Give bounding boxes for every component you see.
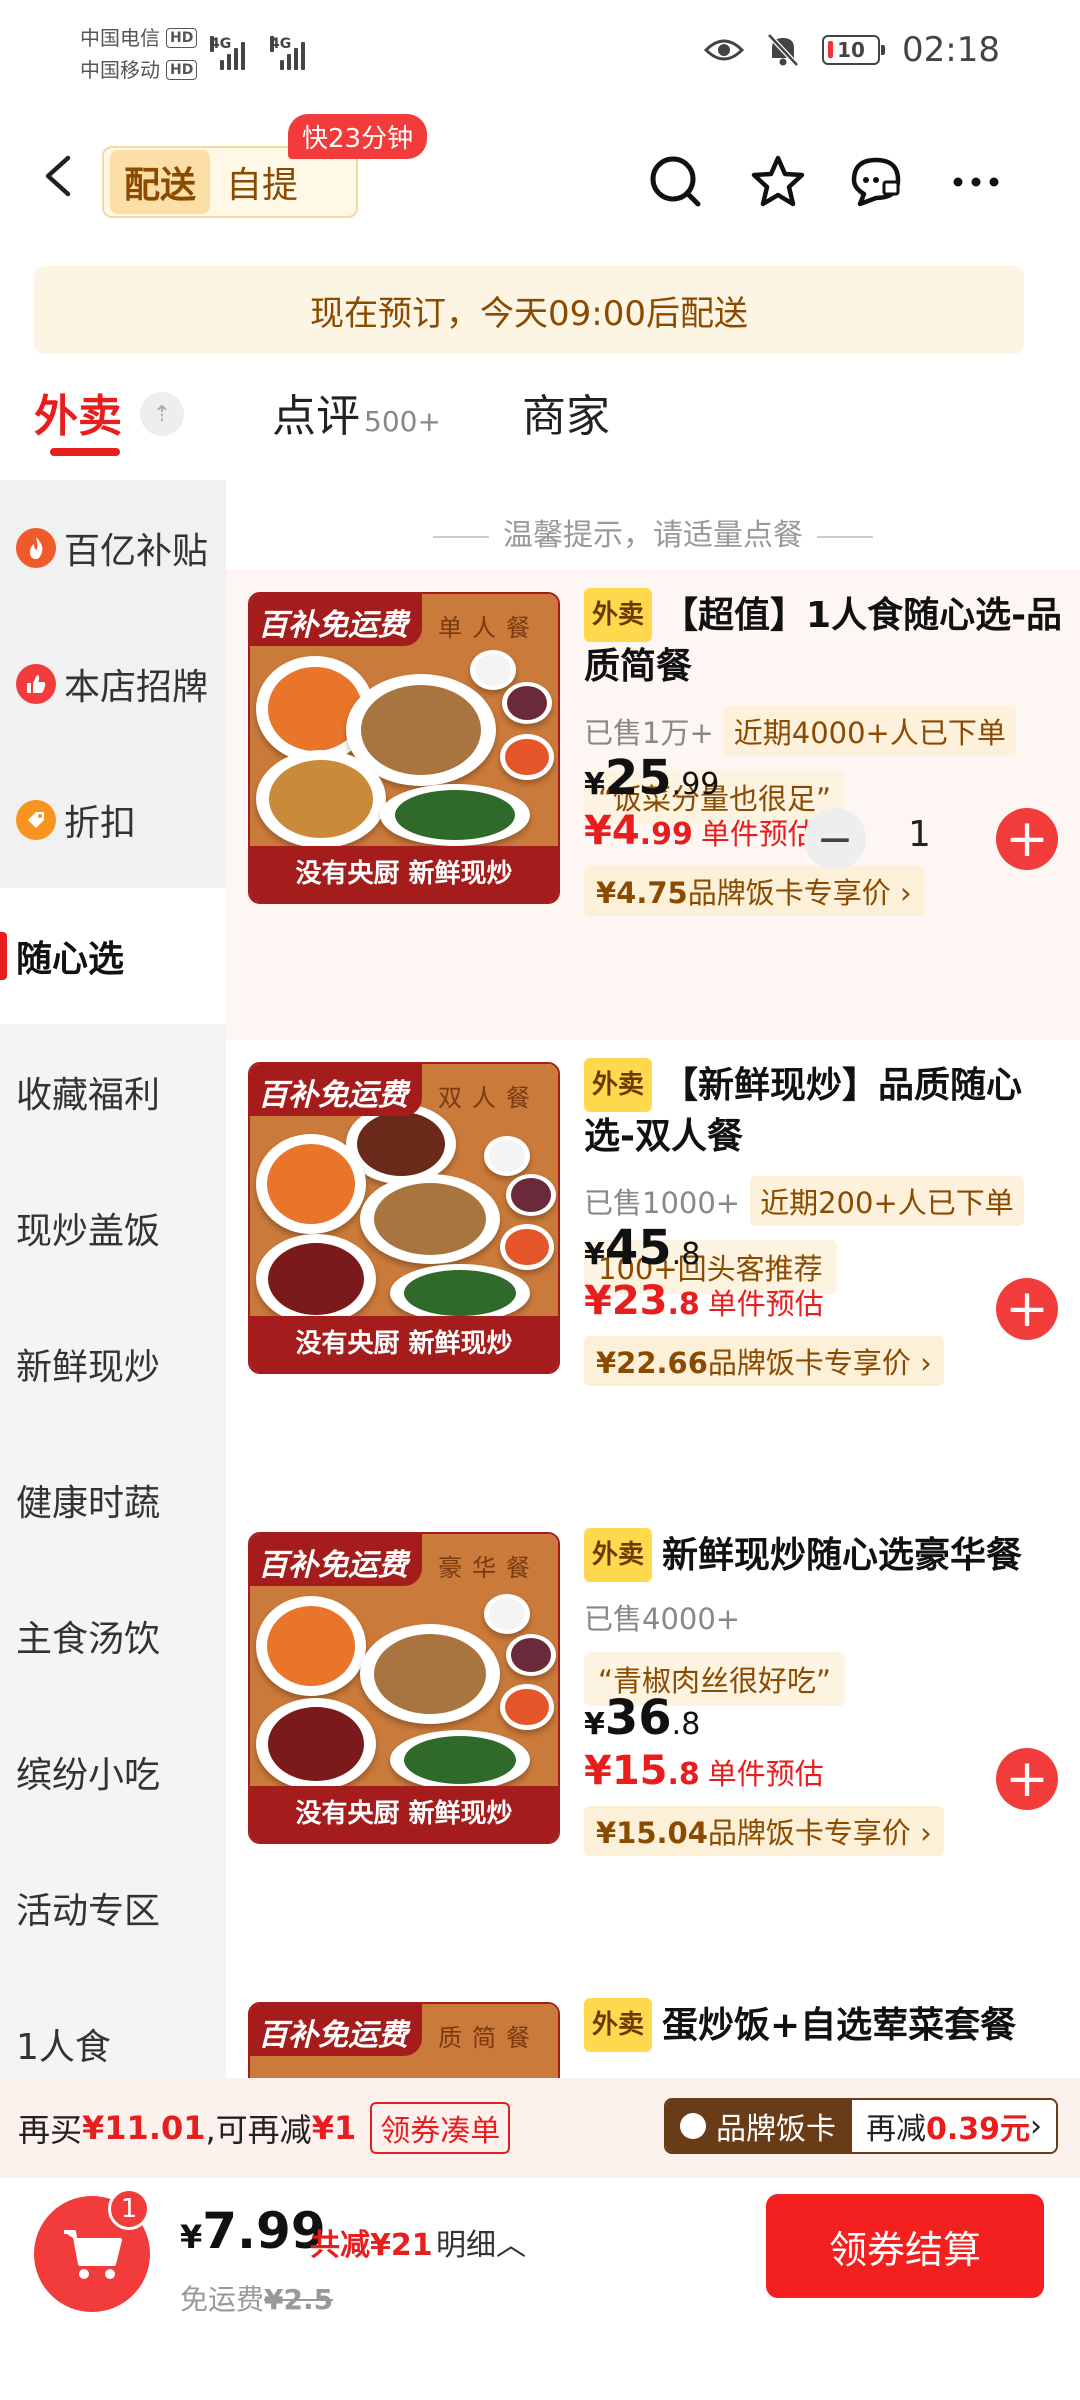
free-shipping-ribbon: 百补免运费 — [250, 594, 422, 646]
extra-discount: ¥1 — [311, 2109, 357, 2147]
sidebar-item-staples[interactable]: 主食汤饮 — [0, 1568, 226, 1704]
total-price: ¥7.99 — [180, 2202, 326, 2260]
mode-pickup[interactable]: 自提 — [210, 150, 314, 214]
free-shipping-label: 免运费¥2.5 — [180, 2283, 334, 2316]
add-on-amount: ¥11.01 — [82, 2109, 206, 2147]
free-shipping-ribbon: 百补免运费 — [250, 2004, 422, 2056]
add-on-promo-bar: 再买 ¥11.01 ,可再减 ¥1 领券凑单 品牌饭卡 再减 0.39元 › — [0, 2078, 1080, 2178]
store-header: 配送 自提 快23分钟 — [0, 108, 1080, 258]
price-detail-button[interactable]: 明细︿ — [436, 2220, 526, 2264]
takeout-badge: 外卖 — [584, 1058, 653, 1112]
checkout-bar: 1 ¥7.99 共减¥21 明细︿ 免运费¥2.5 领券结算 — [0, 2178, 1080, 2400]
sidebar-item-signature[interactable]: 本店招牌 — [0, 616, 226, 752]
sold-count: 已售1000+ — [584, 1186, 741, 1220]
mode-delivery[interactable]: 配送 — [110, 150, 211, 214]
free-shipping-ribbon: 百补免运费 — [250, 1534, 422, 1586]
takeout-badge: 外卖 — [584, 588, 653, 642]
sidebar-item-events[interactable]: 活动专区 — [0, 1840, 226, 1976]
meal-card-icon — [679, 2113, 706, 2139]
search-icon[interactable] — [646, 152, 706, 212]
recent-orders-tag: 近期200+人已下单 — [750, 1176, 1024, 1226]
tab-active-indicator — [50, 448, 120, 456]
product-title: 外卖 【超值】1人食随心选-品质简餐 — [584, 588, 1064, 692]
sold-count: 已售4000+ — [584, 1602, 741, 1636]
sidebar-item-vegetables[interactable]: 健康时蔬 — [0, 1432, 226, 1568]
product-title: 外卖 新鲜现炒随心选豪华餐 — [584, 1528, 1064, 1582]
shopping-cart-icon — [64, 2230, 122, 2279]
clock: 02:18 — [902, 30, 1000, 70]
product-card[interactable]: 单人餐 百补免运费 没有央厨 新鲜现炒 外卖 【超值】1人食随心选-品质简餐 已售… — [226, 570, 1080, 1040]
carrier-mobile: 中国移动 — [80, 58, 160, 82]
sidebar-item-random[interactable]: 随心选 — [0, 888, 226, 1024]
carrier-info: 中国电信 HD 中国移动 HD — [80, 22, 198, 86]
add-button[interactable]: + — [996, 1748, 1058, 1810]
estimated-price: ¥23.8 单件预估 — [584, 1278, 824, 1324]
flame-icon — [16, 528, 56, 568]
sold-count: 已售1万+ — [584, 716, 714, 750]
product-card[interactable]: 双人餐 百补免运费 没有央厨 新鲜现炒 外卖 【新鲜现炒】品质随心选-双人餐 已售… — [226, 1040, 1080, 1510]
estimated-price: ¥4.99 单件预估 — [584, 808, 817, 854]
carrier-telecom: 中国电信 — [80, 26, 160, 50]
add-button[interactable]: + — [996, 1278, 1058, 1340]
back-arrow-icon[interactable] — [34, 150, 86, 202]
product-title: 外卖 【新鲜现炒】品质随心选-双人餐 — [584, 1058, 1064, 1162]
product-card[interactable]: 豪华餐 百补免运费 没有央厨 新鲜现炒 外卖 新鲜现炒随心选豪华餐 已售4000+… — [226, 1510, 1080, 1980]
reviews-count: 500+ — [364, 405, 441, 438]
takeout-badge: 外卖 — [584, 1528, 653, 1582]
preorder-notice: 现在预订，今天09:00后配送 — [34, 266, 1024, 354]
mute-bell-icon — [767, 33, 799, 67]
tab-reviews[interactable]: 点评 500+ — [272, 380, 441, 444]
brand-card-price[interactable]: ¥22.66品牌饭卡专享价 › — [584, 1336, 944, 1386]
quantity: 1 — [908, 814, 931, 855]
takeout-badge: 外卖 — [584, 1998, 653, 2052]
checkout-button[interactable]: 领券结算 — [766, 2194, 1044, 2298]
sidebar-item-snacks[interactable]: 缤纷小吃 — [0, 1704, 226, 1840]
product-card[interactable]: 质简餐 百补免运费 外卖 蛋炒饭+自选荤菜套餐 — [226, 1980, 1080, 2080]
coupon-add-on-button[interactable]: 领券凑单 — [370, 2102, 511, 2154]
sidebar-item-subsidy[interactable]: 百亿补贴 — [0, 480, 226, 616]
hd-icon: HD — [166, 28, 198, 48]
product-image[interactable]: 单人餐 百补免运费 没有央厨 新鲜现炒 — [248, 592, 560, 904]
sidebar-item-fresh-stir-fry[interactable]: 新鲜现炒 — [0, 1296, 226, 1432]
more-icon[interactable] — [946, 152, 1006, 212]
brand-meal-card-button[interactable]: 品牌饭卡 再减 0.39元 › — [663, 2098, 1058, 2154]
estimated-price: ¥15.8 单件预估 — [584, 1748, 824, 1794]
portion-tip: 温馨提示，请适量点餐 — [226, 510, 1080, 554]
product-image[interactable]: 质简餐 百补免运费 — [248, 2002, 560, 2080]
signal-icon: 4G — [210, 36, 245, 70]
category-sidebar: 百亿补贴 本店招牌 折扣 随心选 收藏福利 现炒盖饭 新鲜现炒 健康时蔬 主食汤… — [0, 480, 226, 2080]
product-image[interactable]: 双人餐 百补免运费 没有央厨 新鲜现炒 — [248, 1062, 560, 1374]
sidebar-item-discount[interactable]: 折扣 — [0, 752, 226, 888]
customer-service-icon[interactable] — [846, 152, 906, 212]
brand-card-price[interactable]: ¥15.04品牌饭卡专享价 › — [584, 1806, 944, 1856]
cart-count-badge: 1 — [108, 2188, 150, 2230]
product-image[interactable]: 豪华餐 百补免运费 没有央厨 新鲜现炒 — [248, 1532, 560, 1844]
signal-icon: 4G — [270, 36, 305, 70]
sidebar-item-favorites[interactable]: 收藏福利 — [0, 1024, 226, 1160]
pickup-fast-badge: 快23分钟 — [288, 114, 428, 159]
tab-takeout[interactable]: 外卖 — [34, 380, 122, 444]
thumbs-up-icon — [16, 664, 56, 704]
product-list: 温馨提示，请适量点餐 单人餐 百补免运费 没有央厨 新鲜现炒 外卖 【超值】1人食… — [226, 480, 1080, 2080]
collapse-icon[interactable]: ⇡ — [140, 392, 184, 436]
battery-icon: 10 — [822, 35, 886, 65]
sidebar-item-rice-bowl[interactable]: 现炒盖饭 — [0, 1160, 226, 1296]
price: ¥25.99 — [584, 750, 720, 806]
add-button[interactable]: + — [996, 808, 1058, 870]
price: ¥45.8 — [584, 1220, 701, 1276]
star-icon[interactable] — [748, 152, 808, 212]
decrease-button[interactable]: − — [804, 808, 866, 870]
status-bar: 中国电信 HD 中国移动 HD 4G 4G 10 02:18 — [0, 0, 1080, 108]
free-shipping-ribbon: 百补免运费 — [250, 1064, 422, 1116]
brand-card-price[interactable]: ¥4.75品牌饭卡专享价 › — [584, 866, 924, 916]
discount-icon — [16, 800, 56, 840]
product-title: 外卖 蛋炒饭+自选荤菜套餐 — [584, 1998, 1064, 2052]
hd-icon: HD — [166, 60, 198, 80]
total-discount: 共减¥21 — [310, 2228, 433, 2263]
eye-icon — [704, 39, 745, 61]
recent-orders-tag: 近期4000+人已下单 — [723, 706, 1016, 756]
price: ¥36.8 — [584, 1690, 701, 1746]
tab-merchant[interactable]: 商家 — [522, 380, 610, 444]
